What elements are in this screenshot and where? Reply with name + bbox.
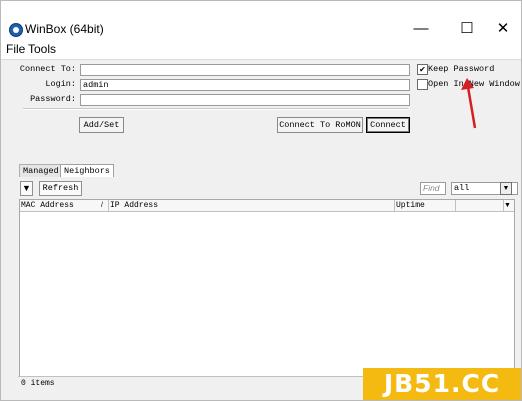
menu-tools[interactable]: Tools <box>28 42 56 56</box>
login-input[interactable]: admin <box>80 79 410 91</box>
connect-to-label: Connect To: <box>19 64 76 74</box>
select-dropdown-icon[interactable]: ▼ <box>500 182 512 195</box>
neighbors-toolbar: ▼ Refresh Find all ▼ <box>17 179 521 197</box>
keep-password-checkbox[interactable]: ✔ <box>417 64 428 75</box>
connect-romon-button[interactable]: Connect To RoMON <box>277 117 363 133</box>
menu-bar: File Tools <box>1 39 521 59</box>
table-header: MAC Address / IP Address Uptime ▼ <box>20 200 514 212</box>
title-bar[interactable]: WinBox (64bit) — ☐ ✕ <box>1 1 521 39</box>
column-menu-icon[interactable]: ▼ <box>504 201 511 210</box>
refresh-button[interactable]: Refresh <box>39 181 82 196</box>
column-ip-address[interactable]: IP Address <box>109 200 395 211</box>
login-label: Login: <box>45 79 76 89</box>
login-separator <box>23 108 408 110</box>
column-blank[interactable] <box>456 200 504 211</box>
filter-icon[interactable]: ▼ <box>20 181 33 196</box>
neighbors-table[interactable]: MAC Address / IP Address Uptime ▼ <box>19 199 515 378</box>
menu-file[interactable]: File <box>6 42 25 56</box>
window-title: WinBox (64bit) <box>25 22 104 36</box>
winbox-window: WinBox (64bit) — ☐ ✕ File Tools Connect … <box>0 0 522 401</box>
tab-strip: Managed Neighbors <box>1 163 521 177</box>
sort-indicator-icon: / <box>101 202 103 209</box>
items-count: 0 items <box>21 379 55 388</box>
connect-button[interactable]: Connect <box>366 117 410 133</box>
password-input[interactable] <box>80 94 410 106</box>
tab-managed[interactable]: Managed <box>19 164 63 177</box>
tab-neighbors[interactable]: Neighbors <box>60 164 114 177</box>
connect-to-input[interactable] <box>80 64 410 76</box>
login-panel: Connect To: Login: admin Password: ✔ Kee… <box>1 59 521 150</box>
add-set-button[interactable]: Add/Set <box>79 117 124 133</box>
column-mac-address[interactable]: MAC Address <box>20 200 109 211</box>
find-input[interactable]: Find <box>420 182 446 195</box>
password-label: Password: <box>30 94 76 104</box>
annotation-arrow-icon <box>461 78 477 129</box>
watermark-logo: JB51.CC <box>363 368 521 400</box>
winbox-app-icon <box>9 23 23 37</box>
column-uptime[interactable]: Uptime <box>395 200 456 211</box>
open-new-window-checkbox[interactable] <box>417 79 428 90</box>
